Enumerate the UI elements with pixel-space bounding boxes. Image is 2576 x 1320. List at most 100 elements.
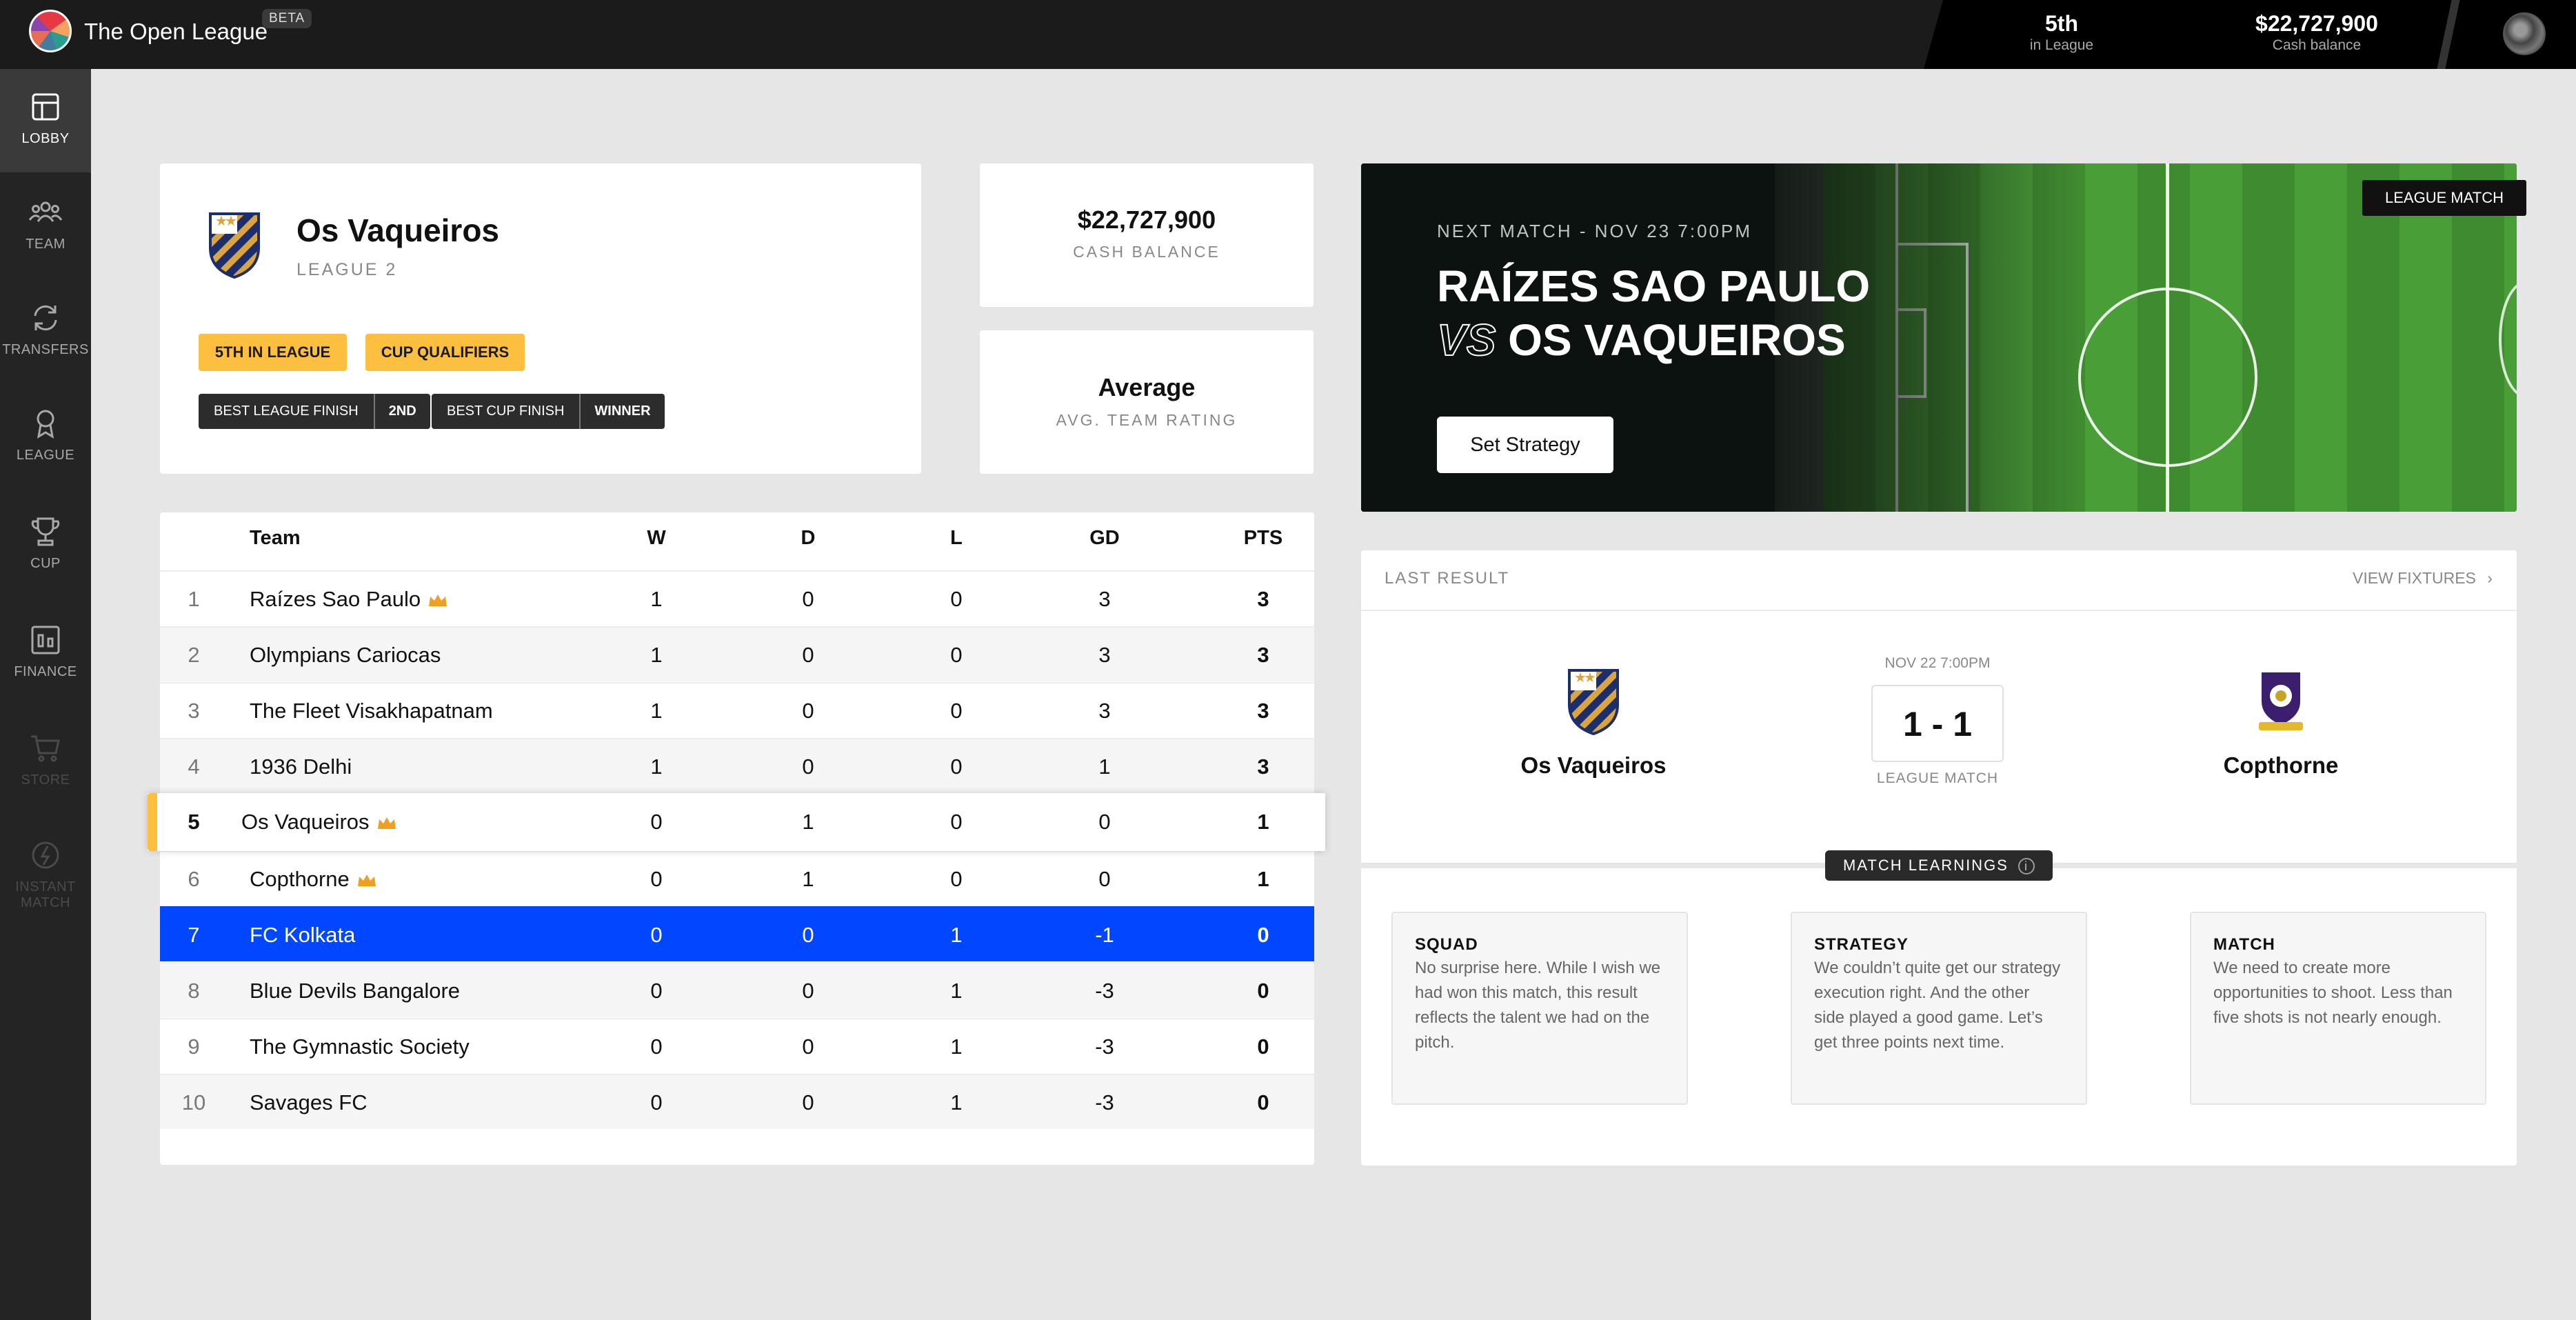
vs-line: VS OS VAQUEIROS [1436,314,1846,366]
row-wins: 0 [650,923,663,947]
row-position: 1 [188,587,200,611]
table-row[interactable]: 9 The Gymnastic Society 0 0 1 -3 0 [160,1018,1314,1073]
row-points: 3 [1257,587,1269,611]
row-draws: 0 [802,1090,814,1114]
row-draws: 0 [802,699,814,723]
next-match-label: NEXT MATCH - NOV 23 7:00PM [1437,221,1753,241]
score: 1 - 1 [1871,685,2004,762]
row-wins: 0 [650,1090,663,1114]
row-position: 6 [188,867,200,891]
match-learnings-label[interactable]: MATCH LEARNINGS i [1825,850,2053,881]
learning-title: STRATEGY [1814,935,1909,954]
row-team-name: FC Kolkata [250,923,356,947]
crown-icon [429,594,447,606]
row-team: Copthorne [250,852,377,907]
row-team-name: 1936 Delhi [250,754,352,779]
chevron-right-icon: › [2487,569,2493,587]
row-losses: 0 [950,754,963,779]
row-points: 1 [1257,867,1269,891]
result-match-type: LEAGUE MATCH [1876,770,1999,786]
set-strategy-button[interactable]: Set Strategy [1437,417,1613,473]
row-goal-difference: 0 [1098,810,1111,834]
column-header-gd: GD [1089,527,1120,549]
row-team-name: Copthorne [250,867,350,891]
row-wins: 0 [650,810,663,834]
row-goal-difference: 3 [1098,699,1111,723]
learning-text: We couldn’t quite get our strategy execu… [1814,959,2061,1052]
row-position: 2 [188,643,200,667]
row-position: 5 [188,810,200,834]
cash-balance-value: $22,727,900 [2255,11,2378,36]
instant-match-icon [32,841,59,869]
sidebar-item-finance[interactable]: FINANCE [0,602,91,706]
table-row[interactable]: 10 Savages FC 0 0 1 -3 0 [160,1074,1314,1129]
store-icon [31,735,60,762]
learning-title: MATCH [2213,935,2275,954]
best-cup-finish-badge: BEST CUP FINISH WINNER [432,394,665,429]
row-position: 3 [188,699,200,723]
home-team-crest-icon: ★ ★ [1568,669,1619,736]
row-goal-difference: -3 [1095,979,1114,1003]
cash-balance-card-value: $22,727,900 [1077,206,1216,234]
app-title: The Open League [84,19,268,44]
row-position: 7 [188,923,200,947]
team-icon [28,201,63,222]
row-goal-difference: 3 [1098,587,1111,611]
team-rating-label: AVG. TEAM RATING [1056,411,1238,429]
league-position-badge: 5TH IN LEAGUE [199,334,347,371]
last-result-heading: LAST RESULT [1385,569,1510,588]
row-losses: 0 [950,587,963,611]
row-losses: 0 [950,643,963,667]
row-team-name: Savages FC [250,1090,368,1114]
table-row[interactable]: 8 Blue Devils Bangalore 0 0 1 -3 0 [160,962,1314,1017]
sidebar-item-league[interactable]: LEAGUE [0,386,91,489]
sidebar-item-team[interactable]: TEAM [0,174,91,278]
row-wins: 0 [650,979,663,1003]
finance-icon [31,626,60,654]
view-fixtures-label: VIEW FIXTURES [2353,569,2476,587]
row-points: 0 [1257,923,1269,947]
row-team-name: Os Vaqueiros [241,810,370,834]
row-losses: 0 [950,810,963,834]
learning-title: SQUAD [1415,935,1478,954]
sidebar-item-cup[interactable]: CUP [0,494,91,597]
avatar[interactable] [2503,12,2546,55]
row-points: 3 [1257,754,1269,779]
away-team-crest-icon [2259,672,2303,730]
best-league-finish-value: 2ND [388,403,416,419]
my-team-marker [148,793,157,851]
row-losses: 0 [950,699,963,723]
row-losses: 1 [950,1090,963,1114]
row-team-name: The Fleet Visakhapatnam [250,699,493,723]
home-team-title: RAÍZES SAO PAULO [1437,261,1871,311]
row-losses: 1 [950,1034,963,1059]
sidebar-item-store: STORE [0,710,91,814]
sidebar-item-lobby[interactable]: LOBBY [0,69,91,172]
row-goal-difference: 0 [1098,867,1111,891]
row-position: 10 [181,1090,206,1114]
row-goal-difference: -3 [1095,1090,1114,1114]
table-row-my-team[interactable]: 5 Os Vaqueiros 0 1 0 0 1 [148,793,1325,851]
row-team-name: Raízes Sao Paulo [250,587,421,611]
best-cup-finish-label: BEST CUP FINISH [432,394,581,429]
match-learnings-title: MATCH LEARNINGS [1843,857,2009,874]
row-losses: 0 [950,867,963,891]
row-wins: 1 [650,699,663,723]
row-goal-difference: -3 [1095,1034,1114,1059]
row-position: 8 [188,979,200,1003]
view-fixtures-link[interactable]: VIEW FIXTURES › [2353,569,2493,588]
sidebar: LOBBY TEAM TRANSFERS LEAGUE CUP FINANCE … [0,69,91,1320]
table-row[interactable]: 3 The Fleet Visakhapatnam 1 0 0 3 3 [160,682,1314,737]
table-row-selected[interactable]: 7 FC Kolkata 0 0 1 -1 0 [160,906,1314,961]
match-date: NOV 22 7:00PM [1884,655,1991,671]
best-cup-finish-value: WINNER [594,403,651,419]
table-row[interactable]: 1 Raízes Sao Paulo 1 0 0 3 3 [160,570,1314,626]
team-crest-icon: ★ ★ [209,212,260,279]
table-row[interactable]: 4 1936 Delhi 1 0 0 1 3 [160,738,1314,793]
app-logo-icon[interactable] [29,10,72,52]
top-bar: The Open League BETA 5th in League $22,7… [0,0,2576,69]
sidebar-item-transfers[interactable]: TRANSFERS [0,280,91,383]
table-row[interactable]: 2 Olympians Cariocas 1 0 0 3 3 [160,626,1314,681]
table-row[interactable]: 6 Copthorne 0 1 0 0 1 [160,850,1314,906]
learning-card-strategy: STRATEGY We couldn’t quite get our strat… [1791,912,2087,1105]
